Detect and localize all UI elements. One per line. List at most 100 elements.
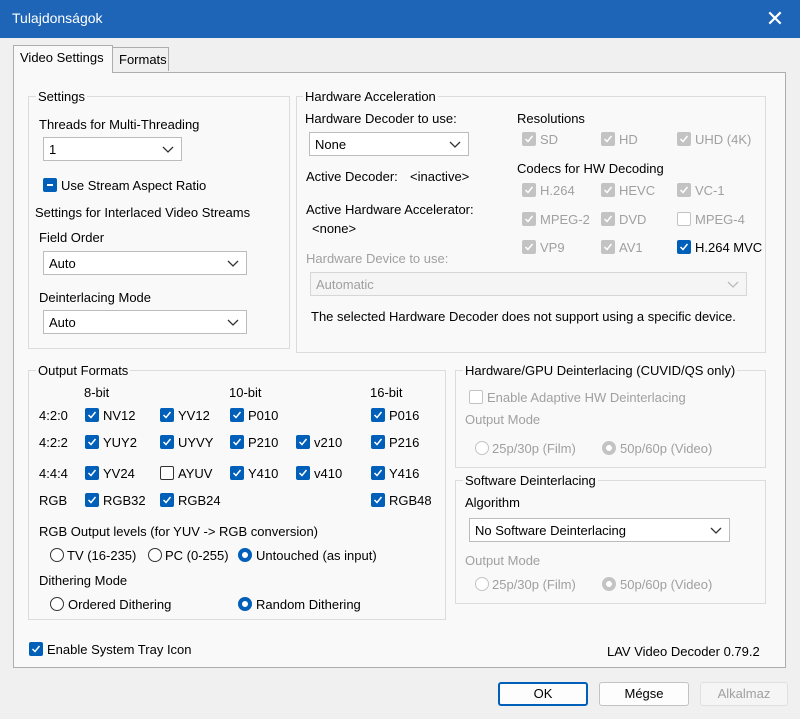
deint-mode-value: Auto [49, 315, 76, 330]
fmt-yuy2-checkbox[interactable] [85, 435, 99, 449]
field-order-label: Field Order [39, 230, 105, 245]
fmt-uyvy-checkbox[interactable] [160, 435, 174, 449]
fmt-p010-checkbox[interactable] [230, 408, 244, 422]
fmt-v210-checkbox[interactable] [296, 435, 310, 449]
sw-film-label: 25p/30p (Film) [492, 577, 576, 592]
header-8bit: 8-bit [84, 385, 110, 400]
codec-vp9-label: VP9 [540, 240, 565, 255]
deint-mode-combo[interactable]: Auto [43, 310, 247, 334]
fmt-nv12-checkbox[interactable] [85, 408, 99, 422]
chevron-down-icon [727, 281, 739, 288]
res-hd-checkbox[interactable] [601, 132, 615, 146]
level-tv-label: TV (16-235) [67, 548, 137, 563]
hw-decoder-combo[interactable]: None [309, 132, 469, 156]
chevron-down-icon [162, 146, 174, 153]
codec-av1-checkbox[interactable] [601, 240, 615, 254]
codec-dvd-checkbox[interactable] [601, 212, 615, 226]
adaptive-hw-deint-checkbox[interactable] [469, 390, 483, 404]
title-bar: Tulajdonságok ✕ [0, 0, 800, 38]
codec-h264mvc-checkbox[interactable] [677, 240, 691, 254]
fmt-ayuv-checkbox[interactable] [160, 466, 174, 480]
codec-hevc-checkbox[interactable] [601, 183, 615, 197]
sw-video-radio[interactable] [602, 577, 616, 591]
fmt-p216-label: P216 [389, 435, 420, 450]
codec-av1-label: AV1 [619, 240, 643, 255]
sw-film-radio[interactable] [475, 577, 489, 591]
sw-deint-title: Software Deinterlacing [463, 473, 598, 488]
close-icon[interactable]: ✕ [762, 6, 788, 32]
field-order-value: Auto [49, 256, 76, 271]
hw-device-combo[interactable]: Automatic [310, 272, 747, 296]
level-pc-radio[interactable] [148, 548, 162, 562]
level-untouched-radio[interactable] [238, 548, 252, 562]
fmt-yv24-label: YV24 [103, 466, 135, 481]
dither-random-radio[interactable] [238, 597, 252, 611]
algorithm-combo[interactable]: No Software Deinterlacing [469, 518, 730, 542]
tray-icon-checkbox[interactable] [29, 642, 43, 656]
fmt-rgb32-checkbox[interactable] [85, 493, 99, 507]
resolutions-label: Resolutions [517, 111, 585, 126]
hw-video-label: 50p/60p (Video) [620, 441, 713, 456]
active-accel-label: Active Hardware Accelerator: [306, 202, 474, 217]
fmt-yv12-checkbox[interactable] [160, 408, 174, 422]
fmt-p016-checkbox[interactable] [371, 408, 385, 422]
threads-value: 1 [49, 142, 57, 157]
hw-device-label: Hardware Device to use: [306, 251, 449, 266]
header-16bit: 16-bit [370, 385, 403, 400]
fmt-ayuv-label: AYUV [178, 466, 213, 481]
fmt-rgb48-checkbox[interactable] [371, 493, 385, 507]
fmt-y410-label: Y410 [248, 466, 279, 481]
codec-h264-checkbox[interactable] [522, 183, 536, 197]
dither-random-label: Random Dithering [256, 597, 361, 612]
codecs-label: Codecs for HW Decoding [517, 161, 664, 176]
fmt-p010-label: P010 [248, 408, 279, 423]
tab-video-settings[interactable]: Video Settings [13, 45, 113, 73]
dither-ordered-radio[interactable] [50, 597, 64, 611]
fmt-rgb24-checkbox[interactable] [160, 493, 174, 507]
hw-film-label: 25p/30p (Film) [492, 441, 576, 456]
fmt-yv24-checkbox[interactable] [85, 466, 99, 480]
codec-dvd-label: DVD [619, 212, 647, 227]
fmt-p210-label: P210 [248, 435, 279, 450]
res-uhd-checkbox[interactable] [677, 132, 691, 146]
codec-mpeg4-label: MPEG-4 [695, 212, 745, 227]
fmt-y410-checkbox[interactable] [230, 466, 244, 480]
rgb-levels-label: RGB Output levels (for YUV -> RGB conver… [39, 524, 318, 539]
apply-button[interactable]: Alkalmaz [700, 682, 788, 706]
fmt-p016-label: P016 [389, 408, 420, 423]
fmt-y416-checkbox[interactable] [371, 466, 385, 480]
ok-button[interactable]: OK [498, 682, 588, 706]
threads-label: Threads for Multi-Threading [39, 117, 200, 132]
algorithm-value: No Software Deinterlacing [475, 523, 627, 538]
version-label: LAV Video Decoder 0.79.2 [607, 644, 760, 659]
fmt-v410-checkbox[interactable] [296, 466, 310, 480]
fmt-p216-checkbox[interactable] [371, 435, 385, 449]
level-untouched-label: Untouched (as input) [256, 548, 377, 563]
chevron-down-icon [227, 319, 239, 326]
aspect-ratio-label: Use Stream Aspect Ratio [61, 178, 207, 193]
hw-video-radio[interactable] [602, 441, 616, 455]
fmt-y416-label: Y416 [389, 466, 420, 481]
active-decoder-label: Active Decoder: [306, 169, 398, 184]
fmt-nv12-label: NV12 [103, 408, 136, 423]
field-order-combo[interactable]: Auto [43, 251, 247, 275]
codec-mpeg2-checkbox[interactable] [522, 212, 536, 226]
res-sd-checkbox[interactable] [522, 132, 536, 146]
chevron-down-icon [227, 260, 239, 267]
fmt-uyvy-label: UYVY [178, 435, 214, 450]
aspect-ratio-checkbox[interactable] [43, 178, 57, 192]
cancel-button[interactable]: Mégse [599, 682, 689, 706]
fmt-yv12-label: YV12 [178, 408, 210, 423]
codec-vp9-checkbox[interactable] [522, 240, 536, 254]
tab-formats[interactable]: Formats [112, 47, 169, 71]
settings-title: Settings [36, 89, 87, 104]
window-title: Tulajdonságok [12, 10, 103, 26]
hw-device-note: The selected Hardware Decoder does not s… [311, 309, 736, 324]
level-tv-radio[interactable] [50, 548, 64, 562]
codec-mpeg4-checkbox[interactable] [677, 212, 691, 226]
codec-vc1-checkbox[interactable] [677, 183, 691, 197]
header-10bit: 10-bit [229, 385, 262, 400]
hw-film-radio[interactable] [475, 441, 489, 455]
fmt-p210-checkbox[interactable] [230, 435, 244, 449]
threads-combo[interactable]: 1 [43, 137, 182, 161]
